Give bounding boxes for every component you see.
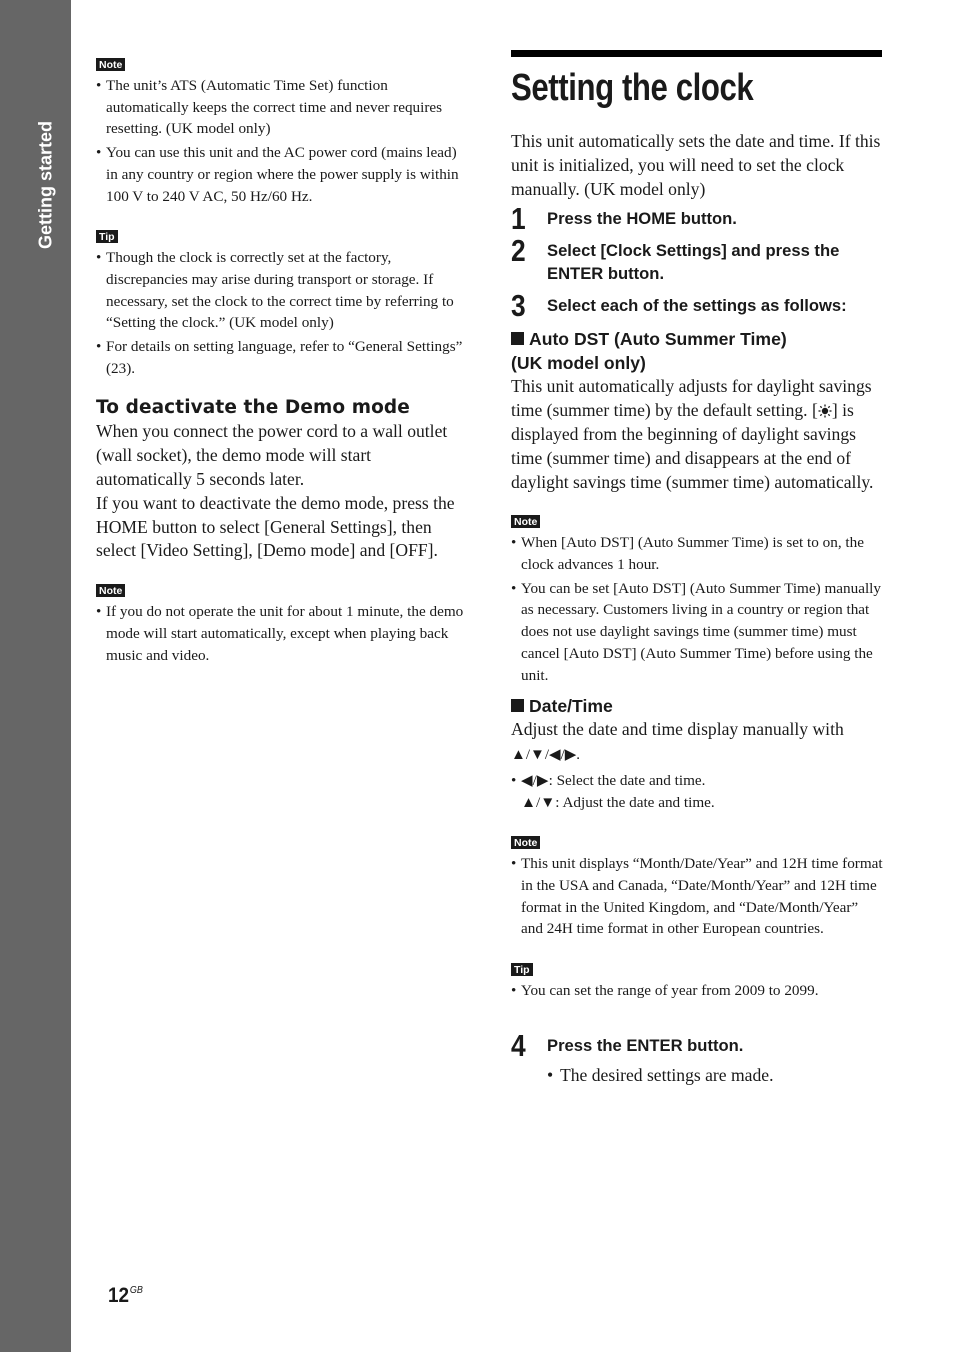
demo-paragraph: When you connect the power cord to a wal… bbox=[96, 421, 448, 490]
square-bullet-icon bbox=[511, 699, 524, 713]
right-column: Setting the clock This unit automaticall… bbox=[511, 50, 883, 1089]
step-1: 1 Press the HOME button. bbox=[511, 201, 883, 236]
tip-item: Though the clock is correctly set at the… bbox=[96, 247, 468, 334]
title-rule bbox=[511, 50, 882, 57]
demo-paragraph: If you want to deactivate the demo mode,… bbox=[96, 492, 455, 561]
note-item: You can be set [Auto DST] (Auto Summer T… bbox=[511, 578, 883, 687]
step-text: Select [Clock Settings] and press the EN… bbox=[547, 241, 840, 284]
auto-dst-paragraph: This unit automatically adjusts for dayl… bbox=[511, 376, 874, 492]
note-item: The unit’s ATS (Automatic Time Set) func… bbox=[96, 75, 468, 140]
square-bullet-icon bbox=[511, 332, 524, 346]
note-item: When [Auto DST] (Auto Summer Time) is se… bbox=[511, 532, 883, 575]
step-text: Select each of the settings as follows: bbox=[547, 296, 847, 316]
date-time-list: ◀/▶: Select the date and time.▲/▼: Adjus… bbox=[511, 770, 883, 813]
demo-mode-heading: To deactivate the Demo mode bbox=[96, 397, 410, 419]
step-4-result-list: The desired settings are made. bbox=[547, 1063, 883, 1087]
note-badge: Note bbox=[511, 836, 541, 850]
left-column: Note The unit’s ATS (Automatic Time Set)… bbox=[96, 55, 468, 668]
date-time-paragraph: Adjust the date and time display manuall… bbox=[511, 719, 844, 764]
arrow-keys-icon: ▲/▼/◀/▶. bbox=[511, 747, 581, 764]
step-number: 2 bbox=[511, 233, 526, 269]
note-list: If you do not operate the unit for about… bbox=[96, 601, 468, 666]
step-number: 1 bbox=[511, 201, 526, 237]
tip-list: You can set the range of year from 2009 … bbox=[511, 980, 883, 1002]
step-number: 3 bbox=[511, 288, 526, 324]
page-number: 12GB bbox=[108, 1284, 143, 1307]
step-text: Press the HOME button. bbox=[547, 209, 737, 229]
summer-time-sun-icon bbox=[818, 404, 832, 418]
note-badge: Note bbox=[96, 584, 126, 598]
step-2: 2 Select [Clock Settings] and press the … bbox=[511, 233, 883, 285]
note-list: The unit’s ATS (Automatic Time Set) func… bbox=[96, 75, 468, 207]
step-3: 3 Select each of the settings as follows… bbox=[511, 288, 883, 323]
note-badge: Note bbox=[511, 515, 541, 529]
tip-badge: Tip bbox=[96, 230, 118, 244]
tip-badge: Tip bbox=[511, 963, 533, 977]
tip-item: You can set the range of year from 2009 … bbox=[511, 980, 883, 1002]
section-sidebar: Getting started bbox=[0, 0, 71, 1352]
note-item: This unit displays “Month/Date/Year” and… bbox=[511, 853, 883, 940]
date-time-item: ◀/▶: Select the date and time.▲/▼: Adjus… bbox=[511, 770, 883, 813]
tip-item: For details on setting language, refer t… bbox=[96, 336, 468, 379]
section-label: Getting started bbox=[35, 120, 56, 250]
page-suffix: GB bbox=[129, 1285, 143, 1296]
note-item: If you do not operate the unit for about… bbox=[96, 601, 468, 666]
step-4: 4 Press the ENTER button. bbox=[511, 1028, 883, 1063]
step-number: 4 bbox=[511, 1027, 526, 1063]
page-title: Setting the clock bbox=[511, 67, 754, 109]
tip-list: Though the clock is correctly set at the… bbox=[96, 247, 468, 379]
step-4-result: The desired settings are made. bbox=[547, 1063, 883, 1087]
auto-dst-heading: Auto DST (Auto Summer Time) (UK model onl… bbox=[511, 329, 787, 374]
note-list: This unit displays “Month/Date/Year” and… bbox=[511, 853, 883, 940]
note-badge: Note bbox=[96, 58, 126, 71]
date-time-heading: Date/Time bbox=[511, 694, 883, 718]
step-text: Press the ENTER button. bbox=[547, 1035, 744, 1055]
note-list: When [Auto DST] (Auto Summer Time) is se… bbox=[511, 532, 883, 686]
intro-paragraph: This unit automatically sets the date an… bbox=[511, 131, 881, 199]
note-item: You can use this unit and the AC power c… bbox=[96, 142, 468, 207]
